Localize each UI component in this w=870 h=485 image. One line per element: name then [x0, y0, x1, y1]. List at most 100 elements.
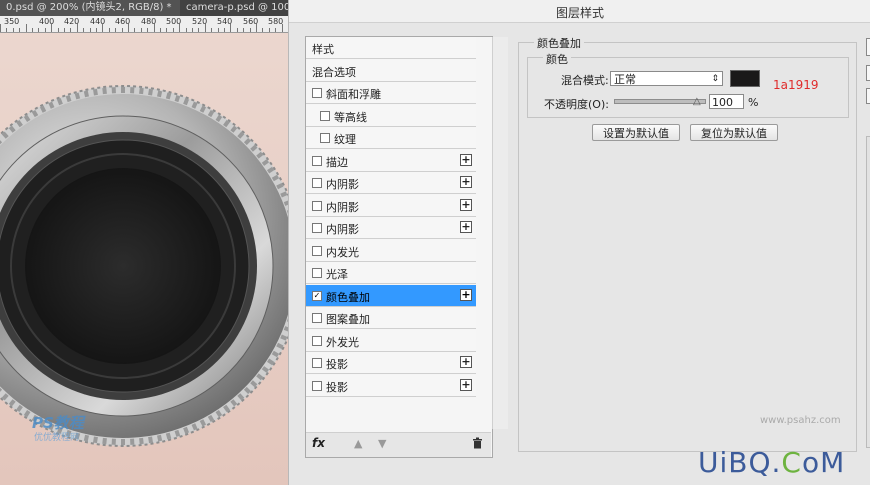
style-checkbox[interactable] — [312, 380, 322, 391]
ruler-tick — [89, 28, 91, 32]
opacity-input[interactable]: 100 — [709, 94, 744, 109]
style-checkbox[interactable] — [312, 178, 322, 188]
style-item-label: 斜面和浮雕 — [326, 88, 381, 101]
ruler-tick — [230, 24, 232, 32]
reset-default-button[interactable]: 复位为默认值 — [690, 124, 778, 141]
style-item-label: 内阴影 — [326, 223, 359, 236]
ruler-tick — [102, 24, 104, 32]
style-item[interactable]: 外发光 — [306, 329, 476, 352]
style-checkbox[interactable] — [312, 268, 322, 278]
color-swatch[interactable] — [730, 70, 760, 87]
ruler-tick — [38, 28, 40, 32]
style-item[interactable]: 投影 + — [306, 374, 476, 397]
style-item[interactable]: 描边 + — [306, 149, 476, 172]
document-tab-label: camera-p.psd @ 100 — [186, 2, 291, 13]
style-checkbox[interactable] — [312, 88, 322, 98]
style-checkbox[interactable] — [312, 223, 322, 233]
ruler-tick — [76, 24, 78, 32]
dialog-titlebar[interactable]: 图层样式 — [289, 0, 870, 23]
document-tab-inactive[interactable]: camera-p.psd @ 100 — [180, 0, 301, 16]
style-item[interactable]: 内阴影 + — [306, 194, 476, 217]
ruler-tick — [96, 28, 97, 32]
style-item-label: 投影 — [326, 358, 348, 371]
dialog-title: 图层样式 — [555, 6, 604, 20]
style-checkbox[interactable] — [312, 200, 322, 211]
trash-icon[interactable] — [472, 437, 483, 452]
lens-tooth — [111, 438, 116, 445]
ruler-tick — [236, 28, 238, 32]
style-item-label: 等高线 — [334, 110, 367, 124]
ruler-label: 350 — [4, 17, 20, 26]
brand-watermark-part: C — [781, 446, 802, 479]
make-default-button[interactable]: 设置为默认值 — [592, 124, 680, 141]
ruler-tick — [166, 28, 168, 32]
ruler-tick — [268, 28, 270, 32]
ruler-tick — [243, 28, 245, 32]
style-checkbox[interactable]: ✓ — [312, 290, 322, 301]
new-style-button[interactable] — [866, 88, 870, 104]
add-effect-icon[interactable]: + — [460, 221, 472, 233]
style-item-label: 图案叠加 — [326, 313, 370, 326]
add-effect-icon[interactable]: + — [460, 288, 472, 301]
style-item[interactable]: 内阴影 + — [306, 217, 476, 239]
opacity-value: 100 — [712, 96, 733, 109]
updown-arrow-icon: ⇕ — [711, 74, 719, 84]
ruler-tick — [211, 28, 213, 32]
add-effect-icon[interactable]: + — [460, 198, 472, 211]
style-item-label: 样式 — [312, 43, 334, 56]
ruler-tick — [262, 28, 264, 32]
ruler-tick — [128, 24, 129, 32]
add-effect-icon[interactable]: + — [460, 153, 472, 166]
style-item[interactable]: 纹理 — [306, 127, 476, 149]
layer-style-dialog: 图层样式 样式 混合选项 斜面和浮雕 等高线 纹理 描边 + 内阴影 + 内阴影 + 内阴影 + 内发光光… — [288, 0, 870, 485]
opacity-unit: % — [748, 96, 759, 109]
style-checkbox[interactable] — [320, 133, 330, 143]
cancel-button[interactable] — [866, 65, 870, 81]
ruler-tick — [217, 28, 219, 32]
move-down-icon[interactable]: ▼ — [378, 437, 386, 450]
style-item-label: 纹理 — [334, 133, 356, 146]
reset-default-label: 复位为默认值 — [701, 127, 767, 140]
ruler-tick — [115, 28, 117, 32]
ruler-tick — [185, 28, 187, 32]
style-item[interactable]: 等高线 — [306, 104, 476, 127]
preview-panel — [866, 136, 870, 448]
style-checkbox[interactable] — [312, 358, 322, 368]
add-effect-icon[interactable]: + — [460, 356, 472, 368]
style-item[interactable]: 光泽 — [306, 262, 476, 284]
blend-mode-select[interactable]: 正常 ⇕ — [610, 71, 723, 86]
style-item[interactable]: 内发光 — [306, 239, 476, 262]
style-item-label: 光泽 — [326, 268, 348, 281]
style-checkbox[interactable] — [312, 313, 322, 323]
ruler-tick — [32, 28, 33, 32]
brand-watermark: UiBQ.CoM — [698, 446, 845, 479]
lens-tooth — [102, 87, 107, 95]
style-item[interactable]: 图案叠加 — [306, 307, 476, 329]
document-tab-active[interactable]: 0.psd @ 200% (内镜头2, RGB/8) * × — [0, 0, 189, 16]
ruler-tick — [140, 28, 142, 32]
add-effect-icon[interactable]: + — [460, 378, 472, 391]
ruler-tick — [256, 24, 257, 32]
style-item[interactable]: 内阴影 + — [306, 172, 476, 194]
styles-list-scrollbar[interactable] — [492, 37, 508, 429]
style-item[interactable]: 样式 — [306, 37, 476, 59]
style-checkbox[interactable] — [312, 155, 322, 166]
ruler-tick — [153, 24, 155, 32]
move-up-icon[interactable]: ▲ — [354, 437, 362, 450]
style-checkbox[interactable] — [312, 335, 322, 346]
style-item[interactable]: ✓ 颜色叠加 + — [306, 284, 476, 307]
ok-button[interactable] — [866, 38, 870, 56]
style-checkbox[interactable] — [320, 110, 330, 121]
style-item[interactable]: 混合选项 — [306, 59, 476, 82]
ruler-tick — [19, 28, 21, 32]
ruler-tick — [57, 28, 59, 32]
add-effect-icon[interactable]: + — [460, 176, 472, 188]
style-item[interactable]: 投影 + — [306, 352, 476, 374]
group-title: 颜色 — [543, 51, 571, 67]
slider-thumb-icon[interactable]: △ — [693, 96, 701, 107]
ruler-tick — [0, 24, 1, 32]
fx-button[interactable]: fx — [312, 436, 325, 450]
style-checkbox[interactable] — [312, 245, 322, 256]
style-item[interactable]: 斜面和浮雕 — [306, 82, 476, 104]
ruler-tick — [275, 28, 277, 32]
